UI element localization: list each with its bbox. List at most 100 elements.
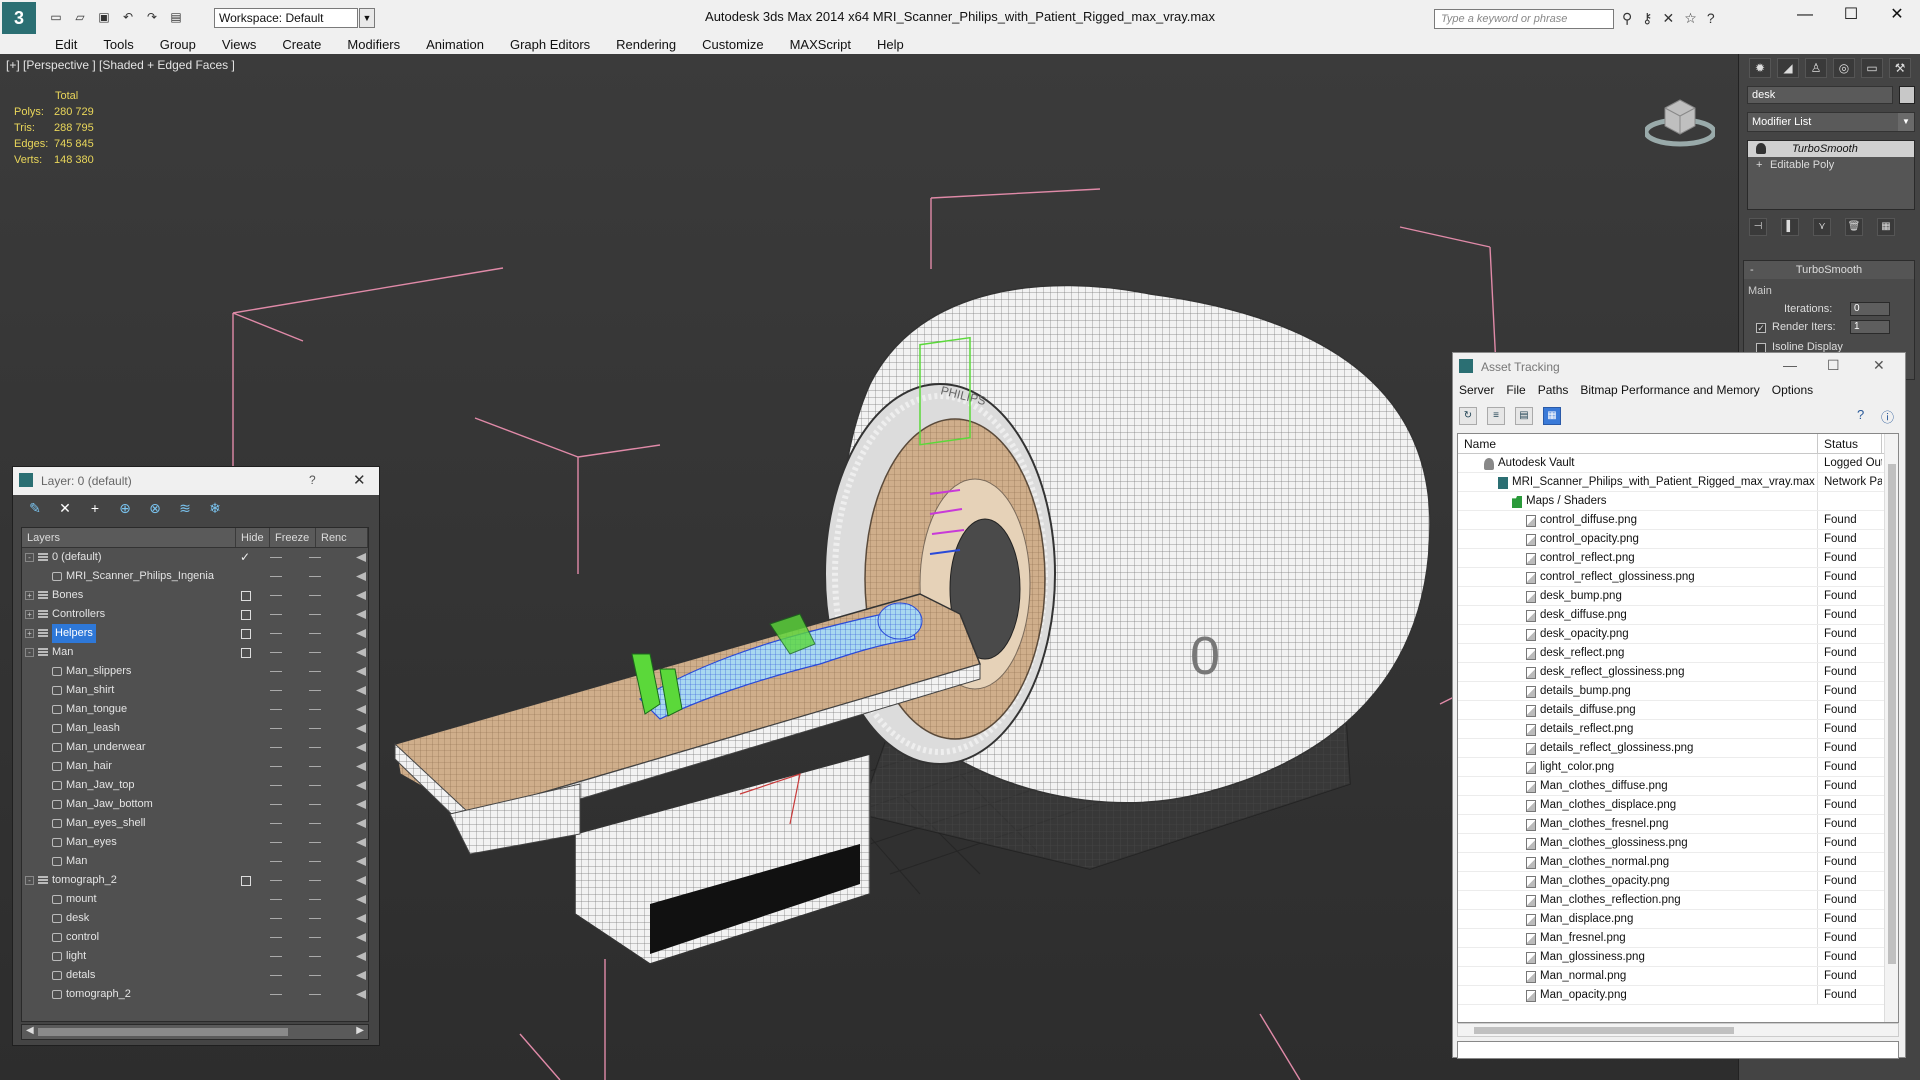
collapse-icon[interactable]: - [25, 876, 34, 885]
render-teapot-icon[interactable] [356, 819, 366, 828]
asset-row[interactable]: control_diffuse.png Found [1458, 511, 1898, 530]
hide-toggle[interactable] [270, 937, 282, 938]
hide-toggle[interactable] [270, 975, 282, 976]
freeze-toggle[interactable] [309, 614, 321, 615]
layer-object-row[interactable]: detals [22, 966, 368, 985]
freeze-toggle[interactable] [309, 823, 321, 824]
render-teapot-icon[interactable] [356, 724, 366, 733]
hide-toggle[interactable] [270, 880, 282, 881]
hide-toggle[interactable] [270, 595, 282, 596]
layer-row[interactable]: - tomograph_2 [22, 871, 368, 890]
hide-toggle[interactable] [270, 557, 282, 558]
hide-toggle[interactable] [270, 728, 282, 729]
help-button[interactable]: ? [309, 473, 316, 487]
mri-scanner-model[interactable]: 0 PHILIPS [824, 284, 1431, 870]
freeze-toggle[interactable] [309, 994, 321, 995]
render-teapot-icon[interactable] [356, 610, 366, 619]
menu-animation[interactable]: Animation [426, 36, 484, 54]
asset-menu-server[interactable]: Server [1459, 383, 1494, 397]
asset-row[interactable]: control_opacity.png Found [1458, 530, 1898, 549]
layer-object-row[interactable]: mount [22, 890, 368, 909]
hide-toggle[interactable] [270, 994, 282, 995]
asset-row[interactable]: Man_fresnel.png Found [1458, 929, 1898, 948]
freeze-all-layers-icon[interactable]: ❄ [205, 499, 225, 517]
hide-toggle[interactable] [270, 576, 282, 577]
set-current-layer-box[interactable] [241, 648, 251, 658]
freeze-toggle[interactable] [309, 709, 321, 710]
layer-object-row[interactable]: Man_shirt [22, 681, 368, 700]
layer-row[interactable]: - Man [22, 643, 368, 662]
layer-horizontal-scrollbar[interactable]: ◀ ▶ [21, 1024, 369, 1040]
hide-toggle[interactable] [270, 766, 282, 767]
hide-toggle[interactable] [270, 652, 282, 653]
asset-row[interactable]: details_bump.png Found [1458, 682, 1898, 701]
layer-object-row[interactable]: desk [22, 909, 368, 928]
render-teapot-icon[interactable] [356, 762, 366, 771]
render-teapot-icon[interactable] [356, 705, 366, 714]
rollout-header[interactable]: - TurboSmooth [1744, 261, 1914, 279]
asset-row[interactable]: Autodesk Vault Logged Out [1458, 454, 1898, 473]
collapse-icon[interactable]: - [25, 553, 34, 562]
utilities-tab-icon[interactable]: ⚒ [1889, 58, 1911, 78]
column-freeze[interactable]: Freeze [270, 528, 316, 547]
asset-row[interactable]: Maps / Shaders [1458, 492, 1898, 511]
column-name[interactable]: Name [1458, 434, 1818, 453]
render-teapot-icon[interactable] [356, 971, 366, 980]
freeze-toggle[interactable] [309, 576, 321, 577]
menu-edit[interactable]: Edit [55, 36, 77, 54]
stack-item-turbosmooth[interactable]: TurboSmooth [1748, 141, 1914, 157]
close-icon[interactable]: ✕ [1873, 357, 1885, 374]
asset-menu-paths[interactable]: Paths [1538, 383, 1569, 397]
asset-row[interactable]: MRI_Scanner_Philips_with_Patient_Rigged_… [1458, 473, 1898, 492]
render-iters-checkbox[interactable]: ✓ [1756, 323, 1766, 333]
column-status[interactable]: Status [1818, 434, 1882, 453]
render-teapot-icon[interactable] [356, 667, 366, 676]
expand-icon[interactable]: + [25, 610, 34, 619]
add-to-layer-icon[interactable]: + [85, 499, 105, 517]
freeze-toggle[interactable] [309, 633, 321, 634]
menu-graph-editors[interactable]: Graph Editors [510, 36, 590, 54]
layer-object-row[interactable]: Man_eyes [22, 833, 368, 852]
scroll-thumb[interactable] [1474, 1027, 1734, 1034]
hierarchy-tab-icon[interactable]: ♙ [1805, 58, 1827, 78]
lightbulb-icon[interactable] [1756, 143, 1766, 154]
create-layer-icon[interactable]: ✎ [25, 499, 45, 517]
motion-tab-icon[interactable]: ◎ [1833, 58, 1855, 78]
asset-row[interactable]: Man_glossiness.png Found [1458, 948, 1898, 967]
asset-menu-bitmap-performance-and-memory[interactable]: Bitmap Performance and Memory [1580, 383, 1759, 397]
freeze-toggle[interactable] [309, 652, 321, 653]
menu-rendering[interactable]: Rendering [616, 36, 676, 54]
menu-views[interactable]: Views [222, 36, 256, 54]
undo-icon[interactable]: ↶ [120, 10, 136, 24]
freeze-toggle[interactable] [309, 690, 321, 691]
workspace-dropdown[interactable]: Workspace: Default ▼ [214, 8, 375, 28]
layer-object-row[interactable]: Man_eyes_shell [22, 814, 368, 833]
render-teapot-icon[interactable] [356, 876, 366, 885]
app-logo-button[interactable]: 3 [2, 2, 36, 34]
asset-row[interactable]: light_color.png Found [1458, 758, 1898, 777]
freeze-toggle[interactable] [309, 785, 321, 786]
hide-toggle[interactable] [270, 899, 282, 900]
new-file-icon[interactable]: ▭ [48, 10, 64, 24]
asset-row[interactable]: control_reflect_glossiness.png Found [1458, 568, 1898, 587]
hide-toggle[interactable] [270, 861, 282, 862]
pin-stack-icon[interactable]: ⊣ [1749, 218, 1767, 236]
freeze-toggle[interactable] [309, 937, 321, 938]
configure-sets-icon[interactable]: ▦ [1877, 218, 1895, 236]
object-name-field[interactable]: desk [1747, 86, 1893, 104]
asset-row[interactable]: Man_clothes_normal.png Found [1458, 853, 1898, 872]
hide-toggle[interactable] [270, 918, 282, 919]
layer-object-row[interactable]: light [22, 947, 368, 966]
render-teapot-icon[interactable] [356, 553, 366, 562]
layer-object-row[interactable]: Man [22, 852, 368, 871]
hide-toggle[interactable] [270, 785, 282, 786]
project-folder-icon[interactable]: ▤ [168, 10, 184, 24]
layer-object-row[interactable]: MRI_Scanner_Philips_Ingenia [22, 567, 368, 586]
freeze-toggle[interactable] [309, 975, 321, 976]
open-file-icon[interactable]: ▱ [72, 10, 88, 24]
layer-object-row[interactable]: Man_leash [22, 719, 368, 738]
close-icon[interactable]: ✕ [1874, 0, 1920, 30]
scroll-thumb[interactable] [1888, 464, 1896, 964]
layer-window-titlebar[interactable]: Layer: 0 (default) ? ✕ [13, 467, 379, 495]
modify-tab-icon[interactable]: ◢ [1777, 58, 1799, 78]
